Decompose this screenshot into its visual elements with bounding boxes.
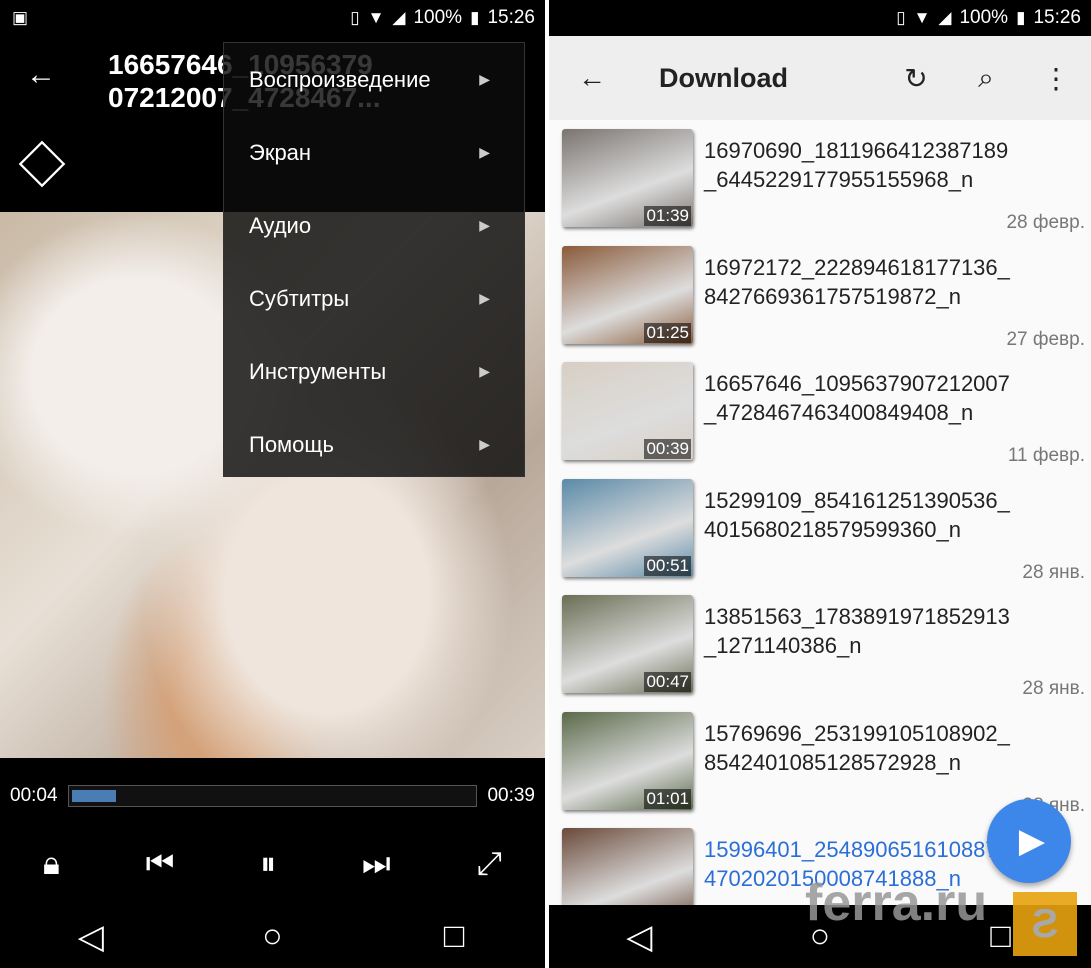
duration-badge: 00:51 <box>644 555 691 576</box>
clock: 15:26 <box>1033 7 1081 28</box>
file-name: 16970690_1811966412387189_64452291779551… <box>704 138 1009 192</box>
more-options-icon[interactable]: ⋮ <box>1021 62 1091 95</box>
video-thumbnail: 01:25 <box>562 245 693 344</box>
menu-item-screen[interactable]: Экран ▶ <box>224 116 524 189</box>
back-arrow-icon[interactable]: ← <box>549 62 635 94</box>
back-nav-icon[interactable]: ◁ <box>61 917 121 957</box>
play-icon: ▶ <box>1018 822 1046 860</box>
fullscreen-icon[interactable]: ⤢ <box>476 845 502 883</box>
divider <box>545 0 549 968</box>
options-menu: Воспроизведение ▶ Экран ▶ Аудио ▶ Субтитры ▶… <box>223 42 525 477</box>
skip-previous-icon[interactable]: ⏮︎ <box>146 845 175 883</box>
elapsed-time: 00:04 <box>10 785 58 806</box>
lock-icon[interactable]: 🔒︎ <box>43 845 60 883</box>
file-date: 27 февр. <box>1006 328 1085 350</box>
seek-bar-progress <box>71 790 117 802</box>
file-browser-screen: ▯ ▼ ◢ 100% ▮ 15:26 ← Download ↻ ⌕ ⋮ 01:3… <box>549 0 1091 968</box>
chevron-right-icon: ▶ <box>479 71 490 87</box>
duration-badge: 00:39 <box>644 439 691 459</box>
duration-badge: 01:01 <box>644 788 691 809</box>
file-date: 28 февр. <box>1006 212 1085 233</box>
list-item[interactable]: 00:47 13851563_1783891971852913_12711403… <box>549 594 1091 711</box>
chevron-right-icon: ▶ <box>479 144 490 160</box>
duration-badge: 01:39 <box>644 206 691 226</box>
back-nav-icon[interactable]: ◁ <box>609 917 669 957</box>
pause-icon[interactable]: ⏸︎ <box>260 845 276 883</box>
file-date: 11 февр. <box>1007 445 1085 466</box>
video-thumbnail: 00:47 <box>562 595 693 693</box>
nav-bar: ◁ ○ □ <box>0 905 545 968</box>
battery-percent: 100% <box>413 7 463 28</box>
vibrate-icon: ▯ <box>896 8 906 27</box>
watermark-text: ferra.ru <box>805 874 988 932</box>
play-fab-button[interactable]: ▶ <box>987 799 1071 883</box>
signal-icon: ◢ <box>938 8 952 27</box>
menu-item-playback[interactable]: Воспроизведение ▶ <box>224 43 524 116</box>
gallery-notification-icon: ▣ <box>12 8 29 27</box>
battery-icon: ▮ <box>1016 8 1026 27</box>
signal-icon: ◢ <box>392 8 406 27</box>
wifi-icon: ▼ <box>913 8 931 27</box>
file-name: 13851563_1783891971852913_1271140386_n <box>704 604 1010 658</box>
menu-item-tools[interactable]: Инструменты ▶ <box>224 335 524 408</box>
list-item[interactable]: 01:25 16972172_222894618177136_842766936… <box>549 245 1091 362</box>
video-thumbnail: 00:39 <box>562 362 693 460</box>
duration-badge: 01:25 <box>644 322 691 343</box>
wifi-icon: ▼ <box>367 8 385 27</box>
chevron-right-icon: ▶ <box>479 290 490 306</box>
file-name: 16972172_222894618177136_842766936175751… <box>704 254 1010 309</box>
watermark-logo: Ƨ <box>1013 892 1077 956</box>
recents-nav-icon[interactable]: □ <box>424 917 484 956</box>
video-thumbnail: 01:39 <box>562 129 693 227</box>
search-icon[interactable]: ⌕ <box>951 62 1021 95</box>
file-name: 16657646_1095637907212007_47284674634008… <box>704 371 1010 425</box>
seek-bar[interactable] <box>67 785 478 807</box>
refresh-icon[interactable]: ↻ <box>881 62 951 95</box>
battery-icon: ▮ <box>470 8 480 27</box>
duration-badge: 00:47 <box>644 672 691 692</box>
folder-title: Download <box>659 62 788 93</box>
menu-item-audio[interactable]: Аудио ▶ <box>224 189 524 262</box>
clock: 15:26 <box>487 7 535 28</box>
list-item[interactable]: 00:51 15299109_854161251390536_401568021… <box>549 478 1091 595</box>
video-player-screen: ▣ ▯ ▼ ◢ 100% ▮ 15:26 ← 16657646_10956379… <box>0 0 545 968</box>
chevron-right-icon: ▶ <box>479 217 490 233</box>
list-item[interactable]: 00:39 16657646_1095637907212007_47284674… <box>549 361 1091 478</box>
file-name: 15299109_854161251390536_401568021857959… <box>704 487 1010 542</box>
back-arrow-icon[interactable]: ← <box>26 58 56 92</box>
chevron-right-icon: ▶ <box>479 436 490 452</box>
video-thumbnail: 01:01 <box>562 711 693 810</box>
file-date: 28 янв. <box>1022 561 1085 583</box>
list-item[interactable]: 01:39 16970690_1811966412387189_64452291… <box>549 128 1091 245</box>
status-bar: ▣ ▯ ▼ ◢ 100% ▮ 15:26 <box>0 0 545 36</box>
video-thumbnail: 00:51 <box>562 478 693 577</box>
home-nav-icon[interactable]: ○ <box>242 917 302 956</box>
battery-percent: 100% <box>959 7 1009 28</box>
chevron-right-icon: ▶ <box>479 363 490 379</box>
file-name: 15769696_253199105108902_854240108512857… <box>704 720 1010 775</box>
menu-item-help[interactable]: Помощь ▶ <box>224 408 524 481</box>
menu-item-subtitles[interactable]: Субтитры ▶ <box>224 262 524 335</box>
total-duration: 00:39 <box>487 785 535 806</box>
status-bar: ▯ ▼ ◢ 100% ▮ 15:26 <box>549 0 1091 36</box>
toolbar: ← Download ↻ ⌕ ⋮ <box>549 36 1091 120</box>
screen-rotate-icon[interactable] <box>18 140 66 188</box>
skip-next-icon[interactable]: ⏭︎ <box>362 845 391 883</box>
vibrate-icon: ▯ <box>350 8 360 27</box>
file-date: 28 янв. <box>1022 678 1085 699</box>
